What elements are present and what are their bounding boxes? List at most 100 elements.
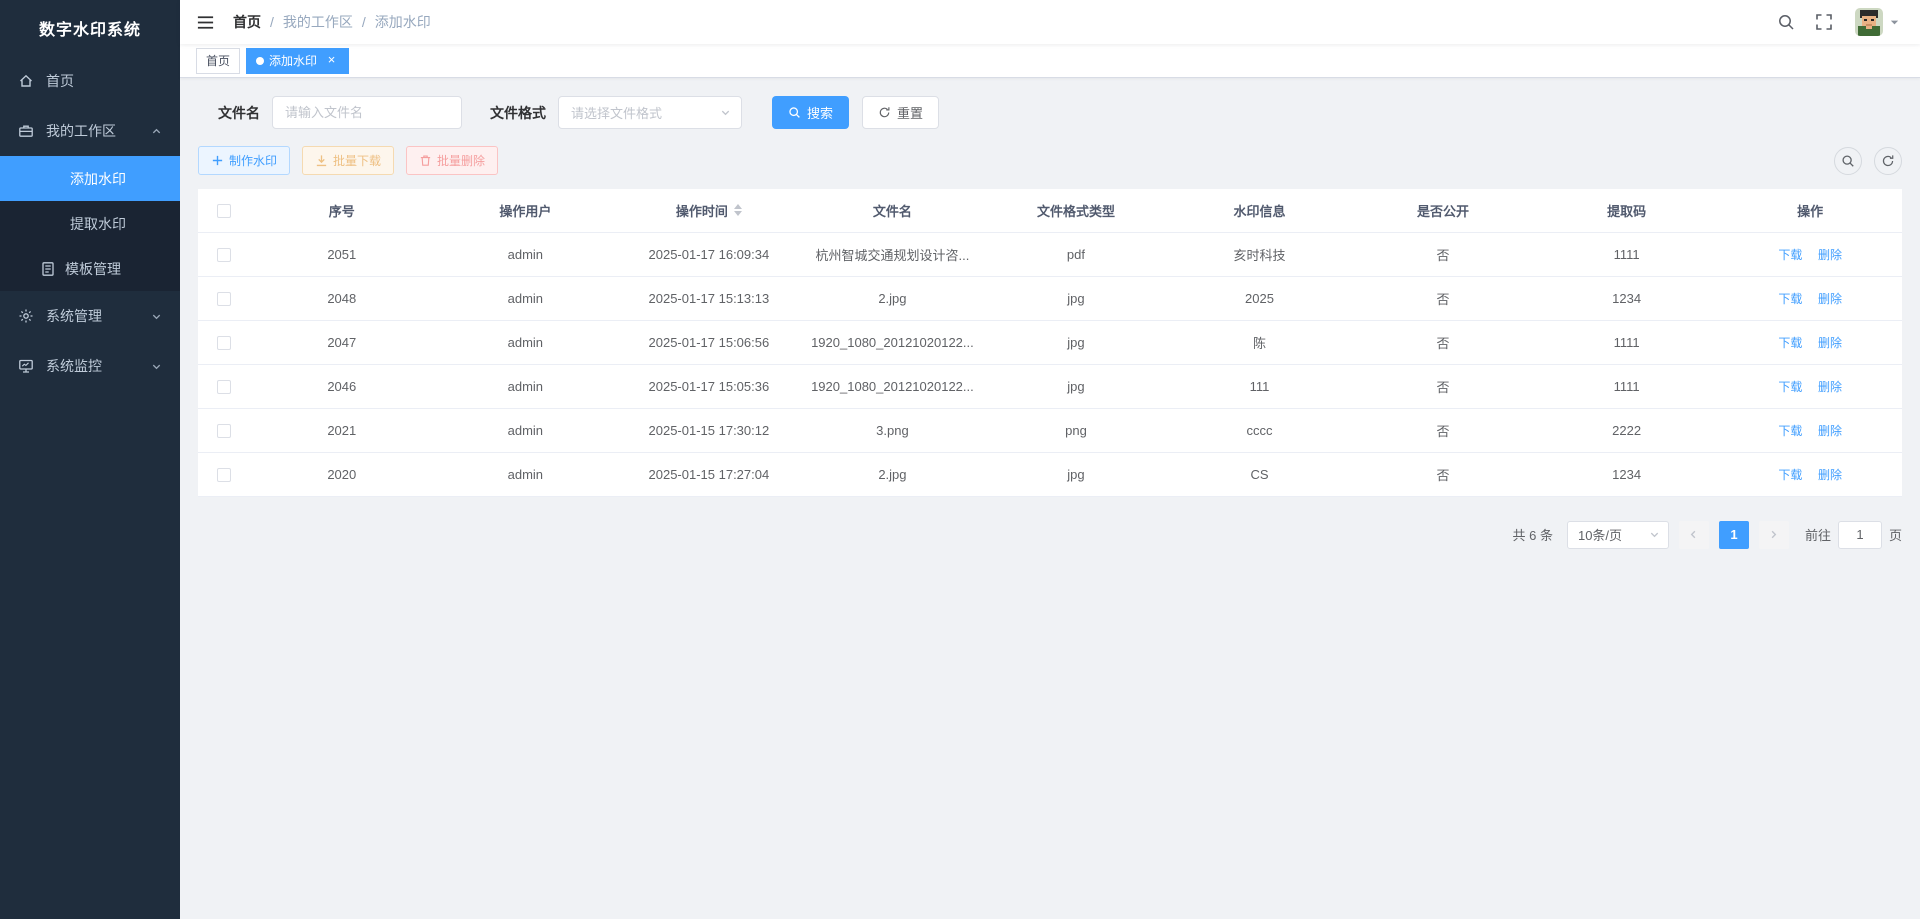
sidebar-item-system-monitor[interactable]: 系统监控	[0, 341, 180, 391]
sidebar-item-label: 首页	[46, 71, 74, 91]
cell-seq: 2051	[250, 232, 434, 276]
tab-label: 添加水印	[269, 52, 317, 69]
delete-link[interactable]: 删除	[1818, 424, 1842, 438]
sidebar-item-label: 系统监控	[46, 356, 102, 376]
user-menu[interactable]	[1855, 8, 1900, 36]
top-navbar: 首页 / 我的工作区 / 添加水印	[180, 0, 1920, 44]
fullscreen-icon[interactable]	[1815, 13, 1833, 31]
sidebar-item-label: 系统管理	[46, 306, 102, 326]
cell-code: 2222	[1535, 408, 1719, 452]
batch-delete-button[interactable]: 批量删除	[406, 146, 498, 175]
cell-public: 否	[1351, 276, 1535, 320]
tab-add-watermark[interactable]: 添加水印 ×	[246, 48, 349, 74]
breadcrumb-separator: /	[270, 14, 274, 30]
hamburger-icon[interactable]	[196, 13, 215, 32]
reset-button[interactable]: 重置	[862, 96, 939, 129]
download-link[interactable]: 下载	[1778, 424, 1802, 438]
cell-public: 否	[1351, 452, 1535, 496]
main-area: 首页 / 我的工作区 / 添加水印	[180, 0, 1920, 919]
format-select[interactable]: 请选择文件格式	[558, 96, 742, 129]
row-checkbox[interactable]	[217, 248, 231, 262]
cell-watermark: cccc	[1168, 408, 1352, 452]
row-checkbox[interactable]	[217, 380, 231, 394]
cell-format: jpg	[984, 452, 1168, 496]
app-root: 数字水印系统 首页 我的工作区 添加水印	[0, 0, 1920, 919]
select-all-checkbox[interactable]	[217, 204, 231, 218]
cell-format: png	[984, 408, 1168, 452]
delete-link[interactable]: 删除	[1818, 468, 1842, 482]
goto-page-input[interactable]	[1838, 521, 1882, 549]
pagination: 共 6 条 10条/页 1 前往 页	[198, 521, 1902, 549]
create-watermark-button[interactable]: 制作水印	[198, 146, 290, 175]
sidebar-item-add-watermark[interactable]: 添加水印	[0, 156, 180, 201]
sidebar-item-label: 提取水印	[70, 214, 126, 234]
tab-home[interactable]: 首页	[196, 48, 240, 74]
download-link[interactable]: 下载	[1778, 336, 1802, 350]
row-checkbox[interactable]	[217, 292, 231, 306]
download-link[interactable]: 下载	[1778, 248, 1802, 262]
gear-icon	[18, 308, 34, 324]
column-header-format: 文件格式类型	[984, 189, 1168, 232]
cell-filename: 杭州智城交通规划设计咨...	[801, 232, 985, 276]
breadcrumb-current: 添加水印	[375, 12, 431, 32]
sidebar-item-home[interactable]: 首页	[0, 56, 180, 106]
sidebar-item-workspace[interactable]: 我的工作区	[0, 106, 180, 156]
page-size-select[interactable]: 10条/页	[1567, 521, 1669, 549]
column-header-filename: 文件名	[801, 189, 985, 232]
close-icon[interactable]: ×	[324, 53, 339, 68]
chevron-up-icon	[151, 126, 162, 137]
sidebar-item-system-manage[interactable]: 系统管理	[0, 291, 180, 341]
delete-link[interactable]: 删除	[1818, 336, 1842, 350]
cell-code: 1111	[1535, 232, 1719, 276]
breadcrumb-workspace[interactable]: 我的工作区	[283, 12, 353, 32]
breadcrumb-home[interactable]: 首页	[233, 12, 261, 32]
toggle-search-button[interactable]	[1834, 147, 1862, 175]
page-number-1[interactable]: 1	[1719, 521, 1749, 549]
batch-download-button[interactable]: 批量下载	[302, 146, 394, 175]
avatar	[1855, 8, 1883, 36]
delete-link[interactable]: 删除	[1818, 380, 1842, 394]
row-checkbox[interactable]	[217, 336, 231, 350]
prev-page-button[interactable]	[1679, 521, 1709, 549]
row-checkbox[interactable]	[217, 468, 231, 482]
goto-page: 前往 页	[1805, 521, 1902, 549]
filename-input[interactable]	[272, 96, 462, 129]
watermark-table: 序号 操作用户 操作时间 文件名	[198, 189, 1902, 497]
cell-time: 2025-01-17 15:13:13	[617, 276, 801, 320]
delete-link[interactable]: 删除	[1818, 292, 1842, 306]
download-link[interactable]: 下载	[1778, 292, 1802, 306]
download-link[interactable]: 下载	[1778, 468, 1802, 482]
workspace-submenu: 添加水印 提取水印 模板管理	[0, 156, 180, 291]
column-header-public: 是否公开	[1351, 189, 1535, 232]
search-icon[interactable]	[1777, 13, 1795, 31]
delete-link[interactable]: 删除	[1818, 248, 1842, 262]
goto-prefix: 前往	[1805, 525, 1831, 544]
table-row: 2021 admin 2025-01-15 17:30:12 3.png png…	[198, 408, 1902, 452]
table-body: 2051 admin 2025-01-17 16:09:34 杭州智城交通规划设…	[198, 232, 1902, 496]
download-link[interactable]: 下载	[1778, 380, 1802, 394]
sort-caret-icon[interactable]	[734, 204, 742, 216]
column-header-time[interactable]: 操作时间	[617, 189, 801, 232]
sidebar-item-label: 我的工作区	[46, 121, 116, 141]
row-checkbox[interactable]	[217, 424, 231, 438]
cell-time: 2025-01-17 16:09:34	[617, 232, 801, 276]
search-icon	[788, 106, 801, 119]
sidebar-item-label: 添加水印	[70, 169, 126, 189]
cell-seq: 2021	[250, 408, 434, 452]
cell-format: jpg	[984, 320, 1168, 364]
search-icon	[1841, 154, 1855, 168]
download-icon	[315, 154, 328, 167]
filename-label: 文件名	[218, 103, 260, 123]
toolbar-right	[1834, 147, 1902, 175]
page-content: 文件名 文件格式 请选择文件格式 搜索	[180, 78, 1920, 919]
refresh-table-button[interactable]	[1874, 147, 1902, 175]
table-row: 2047 admin 2025-01-17 15:06:56 1920_1080…	[198, 320, 1902, 364]
column-header-seq: 序号	[250, 189, 434, 232]
tab-label: 首页	[206, 52, 230, 69]
sidebar-item-extract-watermark[interactable]: 提取水印	[0, 201, 180, 246]
sidebar-item-template-manage[interactable]: 模板管理	[0, 246, 180, 291]
next-page-button[interactable]	[1759, 521, 1789, 549]
search-button[interactable]: 搜索	[772, 96, 849, 129]
cell-seq: 2046	[250, 364, 434, 408]
caret-down-icon	[1889, 17, 1900, 28]
